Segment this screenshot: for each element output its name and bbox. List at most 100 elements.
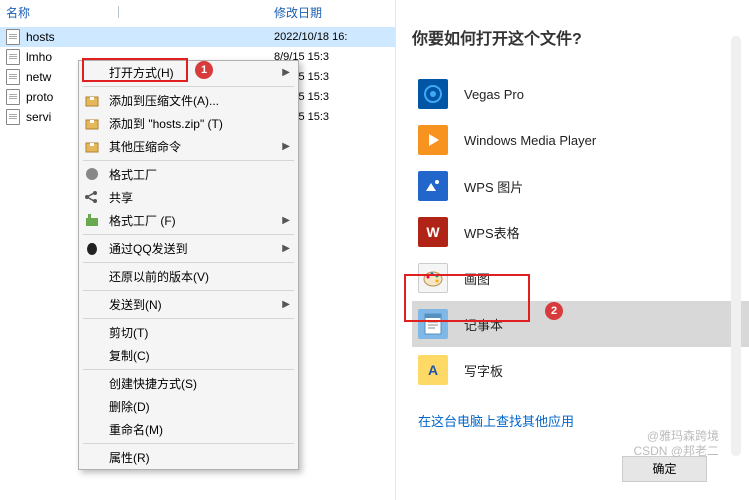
app-wps-sheet[interactable]: W WPS表格 xyxy=(412,209,749,255)
cm-add-hosts-zip[interactable]: 添加到 "hosts.zip" (T) xyxy=(79,112,298,135)
chevron-right-icon: ▶ xyxy=(282,299,290,310)
factory-icon xyxy=(84,166,100,182)
file-date: 2022/10/18 16: xyxy=(274,31,347,43)
menu-label: 复制(C) xyxy=(109,347,150,364)
header-separator xyxy=(118,6,119,18)
menu-label: 格式工厂 (F) xyxy=(109,212,176,229)
vegas-icon xyxy=(418,79,448,109)
menu-label: 格式工厂 xyxy=(109,166,157,183)
app-list: Vegas Pro Windows Media Player WPS 图片 W … xyxy=(412,71,749,393)
app-wordpad[interactable]: A 写字板 xyxy=(412,347,749,393)
menu-label: 通过QQ发送到 xyxy=(109,240,188,257)
app-label: 画图 xyxy=(464,269,490,288)
archive-icon xyxy=(84,115,100,131)
menu-separator xyxy=(83,262,294,263)
file-icon xyxy=(6,29,20,45)
menu-label: 剪切(T) xyxy=(109,324,148,341)
menu-label: 重命名(M) xyxy=(109,421,163,438)
chevron-right-icon: ▶ xyxy=(282,243,290,254)
app-label: 写字板 xyxy=(464,361,503,380)
cm-rename[interactable]: 重命名(M) xyxy=(79,418,298,441)
file-icon xyxy=(6,69,20,85)
cm-send-qq[interactable]: 通过QQ发送到 ▶ xyxy=(79,237,298,260)
chevron-right-icon: ▶ xyxy=(282,215,290,226)
context-menu: 打开方式(H) ▶ 添加到压缩文件(A)... 添加到 "hosts.zip" … xyxy=(78,60,299,470)
file-name: servi xyxy=(26,110,86,124)
file-icon xyxy=(6,109,20,125)
file-name: lmho xyxy=(26,50,86,64)
menu-label: 打开方式(H) xyxy=(109,64,174,81)
chevron-right-icon: ▶ xyxy=(282,67,290,78)
cm-add-archive[interactable]: 添加到压缩文件(A)... xyxy=(79,89,298,112)
cm-send-to[interactable]: 发送到(N) ▶ xyxy=(79,293,298,316)
watermark-line: CSDN @邦老二 xyxy=(633,444,719,460)
cm-other-archive[interactable]: 其他压缩命令 ▶ xyxy=(79,135,298,158)
notepad-icon xyxy=(418,309,448,339)
app-label: 记事本 xyxy=(464,315,503,334)
panel-divider xyxy=(395,0,396,500)
cm-share[interactable]: 共享 xyxy=(79,186,298,209)
open-with-panel: 你要如何打开这个文件? Vegas Pro Windows Media Play… xyxy=(412,25,749,430)
app-label: WPS表格 xyxy=(464,223,520,242)
cm-cut[interactable]: 剪切(T) xyxy=(79,321,298,344)
menu-separator xyxy=(83,290,294,291)
cm-format-factory[interactable]: 格式工厂 xyxy=(79,163,298,186)
menu-label: 删除(D) xyxy=(109,398,150,415)
app-wps-picture[interactable]: WPS 图片 xyxy=(412,163,749,209)
chevron-right-icon: ▶ xyxy=(282,141,290,152)
watermark: @雅玛森跨境 CSDN @邦老二 xyxy=(633,429,719,460)
app-notepad[interactable]: 记事本 xyxy=(412,301,749,347)
cm-restore-versions[interactable]: 还原以前的版本(V) xyxy=(79,265,298,288)
menu-separator xyxy=(83,369,294,370)
cm-open-with[interactable]: 打开方式(H) ▶ xyxy=(79,61,298,84)
archive-icon xyxy=(84,138,100,154)
app-vegas[interactable]: Vegas Pro xyxy=(412,71,749,117)
archive-icon xyxy=(84,92,100,108)
menu-label: 还原以前的版本(V) xyxy=(109,268,209,285)
watermark-line: @雅玛森跨境 xyxy=(633,429,719,445)
annotation-badge-2: 2 xyxy=(545,302,563,320)
menu-label: 发送到(N) xyxy=(109,296,162,313)
wps-picture-icon xyxy=(418,171,448,201)
menu-label: 其他压缩命令 xyxy=(109,138,181,155)
file-name: proto xyxy=(26,90,86,104)
cm-copy[interactable]: 复制(C) xyxy=(79,344,298,367)
file-row-hosts[interactable]: hosts 2022/10/18 16: xyxy=(0,27,395,47)
wps-sheet-icon: W xyxy=(418,217,448,247)
app-label: Windows Media Player xyxy=(464,133,596,148)
app-label: Vegas Pro xyxy=(464,87,524,102)
file-icon xyxy=(6,89,20,105)
menu-label: 属性(R) xyxy=(109,449,150,466)
menu-label: 共享 xyxy=(109,189,133,206)
menu-label: 添加到压缩文件(A)... xyxy=(109,92,219,109)
open-with-title: 你要如何打开这个文件? xyxy=(412,25,749,49)
file-name: netw xyxy=(26,70,86,84)
wordpad-icon: A xyxy=(418,355,448,385)
menu-label: 添加到 "hosts.zip" (T) xyxy=(109,115,223,132)
cm-format-factory-f[interactable]: 格式工厂 (F) ▶ xyxy=(79,209,298,232)
file-icon xyxy=(6,49,20,65)
factory-icon xyxy=(84,212,100,228)
file-name: hosts xyxy=(26,30,86,44)
menu-separator xyxy=(83,318,294,319)
cm-delete[interactable]: 删除(D) xyxy=(79,395,298,418)
annotation-badge-1: 1 xyxy=(195,61,213,79)
col-date[interactable]: 修改日期 xyxy=(118,4,322,21)
app-label: WPS 图片 xyxy=(464,177,523,196)
paint-icon xyxy=(418,263,448,293)
cm-shortcut[interactable]: 创建快捷方式(S) xyxy=(79,372,298,395)
qq-icon xyxy=(84,240,100,256)
app-paint[interactable]: 画图 xyxy=(412,255,749,301)
scrollbar[interactable] xyxy=(731,36,741,456)
more-apps-link[interactable]: 在这台电脑上查找其他应用 xyxy=(412,411,749,430)
menu-separator xyxy=(83,234,294,235)
explorer-header: 名称 修改日期 xyxy=(0,0,395,27)
app-wmp[interactable]: Windows Media Player xyxy=(412,117,749,163)
menu-separator xyxy=(83,443,294,444)
menu-separator xyxy=(83,86,294,87)
share-icon xyxy=(84,189,100,205)
col-name[interactable]: 名称 xyxy=(0,4,118,21)
menu-separator xyxy=(83,160,294,161)
cm-properties[interactable]: 属性(R) xyxy=(79,446,298,469)
wmp-icon xyxy=(418,125,448,155)
